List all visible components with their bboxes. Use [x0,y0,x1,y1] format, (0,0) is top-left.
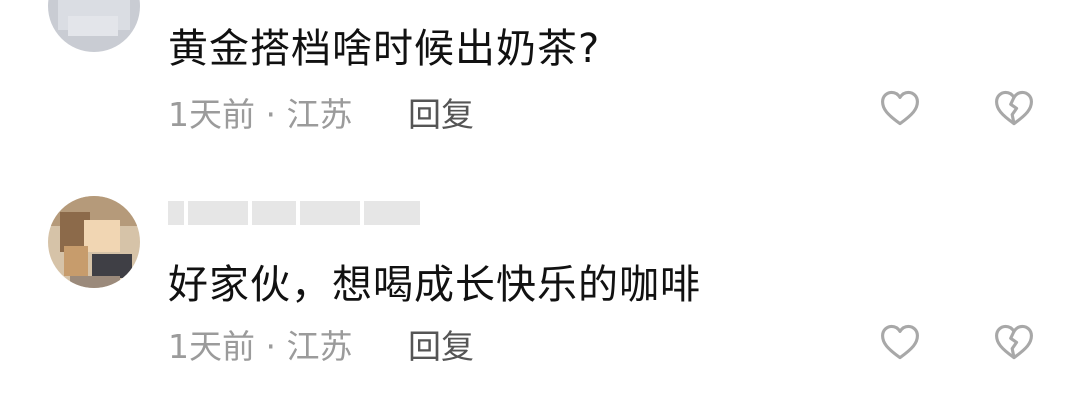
comment-time-location: 1天前 · 江苏 [168,327,353,366]
broken-heart-icon[interactable] [992,86,1036,130]
reply-button[interactable]: 回复 [408,88,474,136]
heart-outline-icon[interactable] [878,86,922,130]
comment-item: 黄金搭档啥时候出奶茶? 1天前 · 江苏 回复 [0,0,1080,170]
comment-time-location: 1天前 · 江苏 [168,95,353,134]
comment-text: 黄金搭档啥时候出奶茶? [168,26,601,72]
heart-outline-icon[interactable] [878,320,922,364]
comment-item: 好家伙，想喝成长快乐的咖啡 1天前 · 江苏 回复 [0,170,1080,402]
broken-heart-icon[interactable] [992,320,1036,364]
avatar[interactable] [48,196,140,288]
reply-button[interactable]: 回复 [408,320,474,368]
username-blurred [168,200,420,226]
comment-text: 好家伙，想喝成长快乐的咖啡 [168,262,701,308]
avatar[interactable] [48,0,140,52]
